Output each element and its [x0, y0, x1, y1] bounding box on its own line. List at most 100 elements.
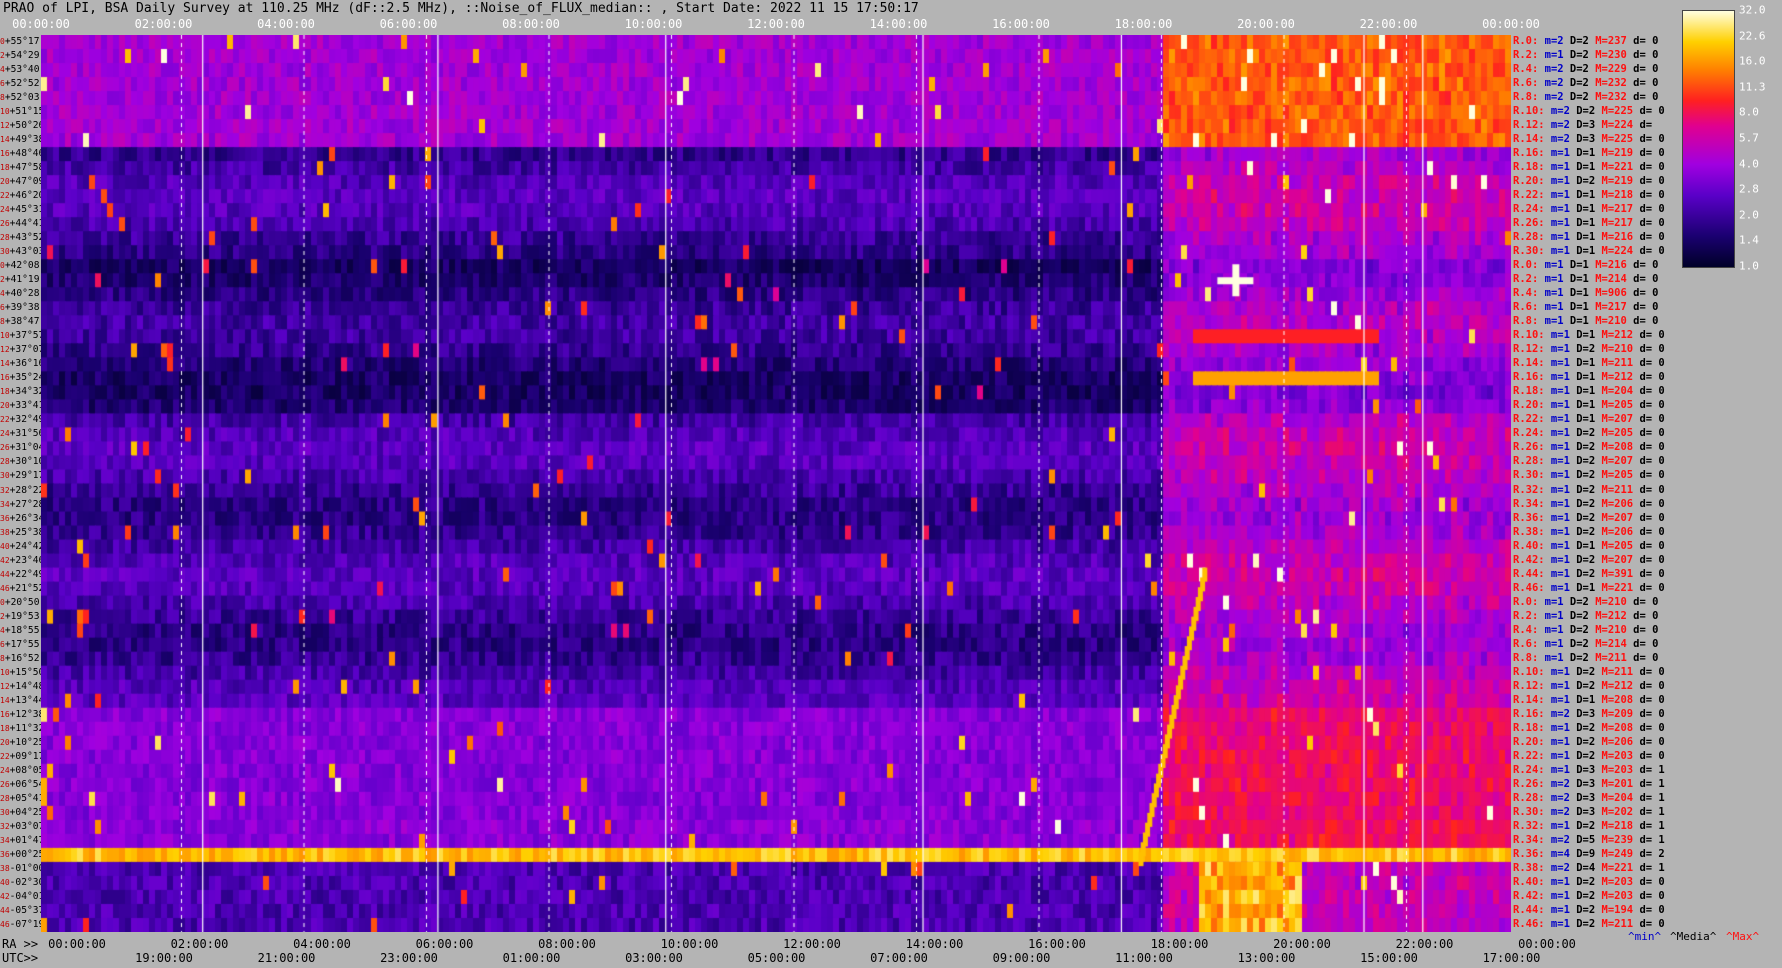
beam-stat-field: R.6: — [1513, 637, 1539, 650]
ra-axis-prefix: RA >> — [2, 937, 39, 951]
beam-stat-field: d= 0 — [1626, 49, 1659, 62]
declination-label: 36+26°34' — [0, 512, 41, 524]
declination-label: 30+29°17' — [0, 470, 41, 482]
beam-stat-row: R.2: m=1 D=1 M=214 d= 0 — [1513, 272, 1658, 286]
ra-tick-label: 14:00:00 — [905, 937, 964, 951]
beam-number: 42 — [0, 555, 10, 565]
beam-stat-field: M=205 — [1595, 469, 1634, 482]
beam-stat-field: d= 0 — [1633, 413, 1665, 426]
beam-stat-field: R.36: — [1513, 511, 1545, 524]
beam-number: 38 — [0, 527, 10, 537]
beam-stat-field: R.30: — [1513, 245, 1545, 258]
beam-stat-field: m=1 — [1544, 217, 1570, 230]
beam-stat-field: D=2 — [1569, 875, 1596, 888]
declination-label: 44+22°49' — [0, 568, 41, 580]
beam-stat-row: R.14: m=1 D=1 M=211 d= 0 — [1513, 356, 1665, 370]
declination-label: 10+15°50' — [0, 666, 41, 678]
beam-stat-field: M=203 — [1595, 889, 1634, 902]
beam-stat-field: d= 0 — [1633, 203, 1665, 216]
beam-stat-field: M=205 — [1595, 399, 1634, 412]
beam-stat-row: R.6: m=1 D=2 M=214 d= 0 — [1513, 637, 1658, 651]
beam-stat-field: d= 0 — [1633, 231, 1665, 244]
beam-stat-field: M=207 — [1595, 455, 1634, 468]
beam-stat-field: R.30: — [1513, 805, 1545, 818]
beam-stat-row: R.2: m=1 D=2 M=212 d= 0 — [1513, 609, 1658, 623]
beam-stat-field: R.22: — [1513, 189, 1545, 202]
beam-stat-field: M=906 — [1588, 287, 1627, 300]
beam-stat-field: M=224 — [1595, 119, 1634, 132]
beam-stat-field: R.16: — [1513, 147, 1545, 160]
beam-stat-field: M=210 — [1588, 623, 1627, 636]
beam-stat-field: D=2 — [1569, 567, 1596, 580]
beam-stat-field: R.8: — [1513, 91, 1539, 104]
beam-stat-field: m=2 — [1538, 77, 1564, 90]
declination-label: 42-04°01' — [0, 890, 41, 902]
declination-label: 6+17°55' — [0, 638, 41, 650]
beam-stat-field: R.10: — [1513, 665, 1545, 678]
beam-number: 24 — [0, 765, 10, 775]
beam-stat-field: R.22: — [1513, 749, 1545, 762]
utc-tick-label: 01:00:00 — [502, 951, 561, 965]
beam-number: 30 — [0, 471, 10, 481]
declination-label: 24+45°31' — [0, 204, 41, 216]
beam-stat-field: D=2 — [1563, 595, 1589, 608]
beam-stat-field: R.42: — [1513, 889, 1545, 902]
beam-stat-field: R.4: — [1513, 623, 1539, 636]
beam-stat-field: d= 0 — [1626, 301, 1659, 314]
beam-stat-field: D=2 — [1563, 637, 1589, 650]
beam-stat-field: m=1 — [1544, 147, 1570, 160]
declination-label: 20+33°41' — [0, 400, 41, 412]
declination-label: 12+37°07' — [0, 344, 41, 356]
beam-number: 36 — [0, 849, 10, 859]
beam-stat-field: d= 2 — [1633, 847, 1665, 860]
beam-stat-field: D=2 — [1569, 665, 1596, 678]
declination-label: 0+20°50' — [0, 596, 41, 608]
beam-stat-field: M=206 — [1595, 735, 1634, 748]
beam-stat-field: m=2 — [1544, 105, 1570, 118]
beam-stat-row: R.0: m=1 D=1 M=216 d= 0 — [1513, 258, 1658, 272]
beam-stat-field: d= 0 — [1626, 77, 1659, 90]
colorbar-tick: 8.0 — [1739, 105, 1759, 119]
utc-tick-label: 07:00:00 — [870, 951, 928, 965]
beam-stat-field: R.8: — [1513, 315, 1539, 328]
declination-label: 32+28°22' — [0, 484, 41, 496]
beam-stat-field: R.10: — [1513, 329, 1545, 342]
beam-stat-field: d= 1 — [1633, 805, 1665, 818]
beam-stat-field: M=203 — [1595, 763, 1634, 776]
beam-stat-field: d= 0 — [1626, 91, 1659, 104]
beam-stat-field: m=1 — [1544, 553, 1570, 566]
beam-stat-field: d= 0 — [1633, 329, 1665, 342]
colorbar-tick: 4.0 — [1739, 157, 1759, 171]
beam-stat-field: d= 0 — [1633, 245, 1665, 258]
beam-stat-field: M=221 — [1595, 161, 1634, 174]
beam-stat-field: M=206 — [1595, 497, 1634, 510]
utc-axis-prefix: UTC>> — [2, 951, 39, 965]
beam-stat-field: M=208 — [1595, 441, 1634, 454]
beam-stat-row: R.30: m=2 D=3 M=202 d= 1 — [1513, 805, 1665, 819]
beam-stat-field: D=2 — [1569, 553, 1596, 566]
beam-number: 36 — [0, 513, 10, 523]
beam-stat-field: d= 0 — [1633, 903, 1665, 916]
beam-stat-field: D=1 — [1569, 203, 1596, 216]
top-tick-label: 00:00:00 — [1482, 17, 1540, 31]
beam-stat-field: d= 0 — [1633, 875, 1665, 888]
declination-label: 38-01°00' — [0, 862, 41, 874]
declination-label: 18+47°58' — [0, 162, 41, 174]
beam-stat-field: m=1 — [1538, 651, 1564, 664]
ra-tick-label: 10:00:00 — [660, 937, 719, 951]
beam-number: 34 — [0, 835, 10, 845]
declination-label: 30+04°25' — [0, 806, 41, 818]
beam-stat-row: R.26: m=1 D=2 M=208 d= 0 — [1513, 440, 1665, 454]
colorbar-tick: 2.8 — [1739, 182, 1759, 196]
beam-stat-field: R.46: — [1513, 581, 1545, 594]
beam-stat-field: D=3 — [1569, 119, 1596, 132]
beam-number: 24 — [0, 205, 10, 215]
beam-stat-field: R.30: — [1513, 469, 1545, 482]
colorbar-tick: 1.0 — [1739, 259, 1759, 273]
beam-number: 24 — [0, 429, 10, 439]
beam-stat-field: M=211 — [1595, 357, 1634, 370]
beam-stat-field: D=1 — [1569, 189, 1596, 202]
beam-stat-field: M=224 — [1595, 245, 1634, 258]
beam-stat-field: d= 0 — [1633, 693, 1665, 706]
beam-number: 16 — [0, 373, 10, 383]
